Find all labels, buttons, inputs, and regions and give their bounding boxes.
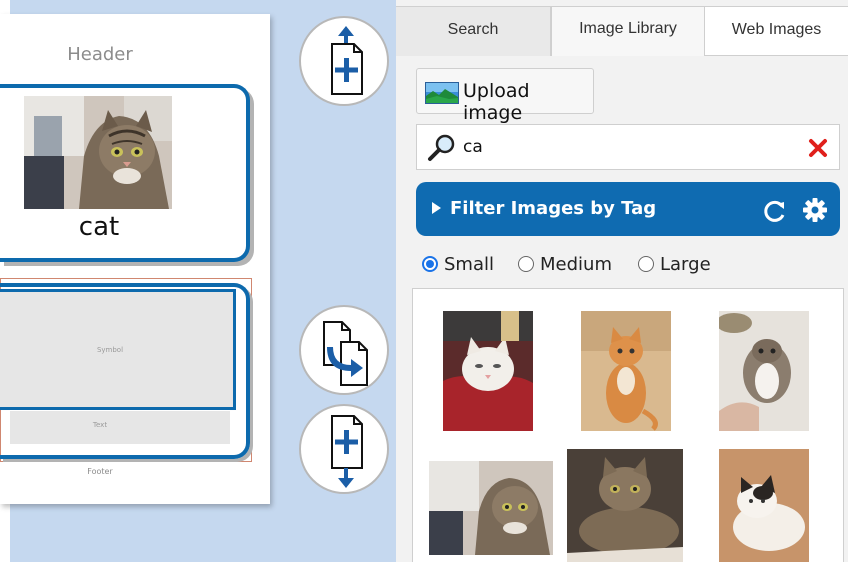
symbol-placeholder-label: Symbol: [96, 346, 124, 354]
gear-icon[interactable]: [802, 197, 828, 223]
card-word-label: cat: [78, 212, 120, 242]
page-footer-text[interactable]: Footer: [60, 467, 140, 476]
size-small-label[interactable]: Small: [444, 254, 494, 275]
image-result-5[interactable]: [567, 449, 683, 562]
page-header-text[interactable]: Header: [0, 44, 200, 65]
upload-image-label: Upload image: [463, 80, 530, 124]
size-small-radio[interactable]: [422, 256, 438, 272]
upload-image-button[interactable]: Upload image: [416, 68, 594, 124]
search-input[interactable]: [463, 131, 793, 163]
size-large-label[interactable]: Large: [660, 254, 711, 275]
image-result-6[interactable]: [719, 449, 809, 562]
tab-web-images[interactable]: Web Images: [705, 6, 848, 56]
image-result-3[interactable]: [719, 311, 809, 431]
canvas-area: Header cat Symbol Text Footer: [0, 0, 396, 562]
duplicate-page-icon: [323, 321, 368, 386]
clear-x-icon[interactable]: [807, 137, 829, 159]
size-medium-radio[interactable]: [518, 256, 534, 272]
text-placeholder-label: Text: [92, 421, 108, 429]
expand-arrow-icon: [432, 202, 441, 214]
image-result-1[interactable]: [443, 311, 533, 431]
size-medium-label[interactable]: Medium: [540, 254, 612, 275]
add-page-below-button[interactable]: [299, 404, 389, 494]
duplicate-page-button[interactable]: [299, 305, 389, 395]
filter-label: Filter Images by Tag: [450, 198, 657, 219]
filter-images-by-tag-bar[interactable]: Filter Images by Tag: [416, 182, 840, 236]
add-page-above-button[interactable]: [299, 16, 389, 106]
image-results-grid: [412, 288, 844, 562]
tab-image-library[interactable]: Image Library: [551, 6, 705, 56]
image-result-4[interactable]: [429, 461, 553, 555]
image-panel: Search Image Library Web Images Upload i…: [396, 0, 848, 562]
card-cat-photo: [24, 96, 172, 209]
magnifier-icon: [428, 134, 455, 161]
tab-search[interactable]: Search: [396, 6, 551, 56]
image-result-2[interactable]: [581, 311, 671, 431]
tab-bar: Search Image Library Web Images: [396, 0, 848, 56]
refresh-icon[interactable]: [762, 198, 788, 224]
size-large-radio[interactable]: [638, 256, 654, 272]
add-page-above-icon: [331, 26, 363, 95]
search-box: [416, 124, 840, 170]
landscape-image-icon: [425, 82, 459, 104]
add-page-below-icon: [331, 415, 363, 488]
